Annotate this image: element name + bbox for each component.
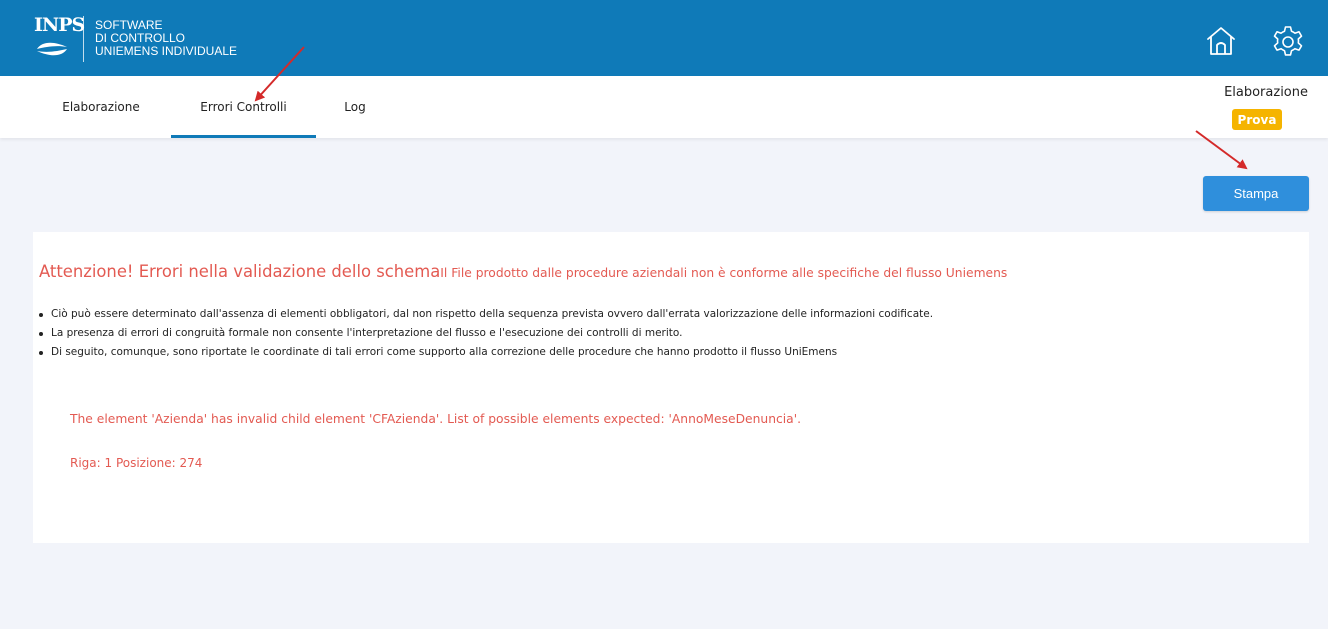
logo-text: INPS: [34, 14, 85, 36]
error-position: Riga: 1 Posizione: 274: [70, 456, 203, 470]
header-divider: [83, 16, 84, 62]
error-bullet-list: Ciò può essere determinato dall'assenza …: [39, 305, 933, 362]
tab-bar: Elaborazione Errori Controlli Log: [0, 76, 1328, 138]
error-subtitle: Il File prodotto dalle procedure azienda…: [440, 266, 1008, 280]
error-panel: Attenzione! Errori nella validazione del…: [33, 232, 1309, 543]
status-label: Elaborazione: [1224, 85, 1308, 100]
app-title-line: UNIEMENS INDIVIDUALE: [95, 44, 238, 58]
tab-errori-controlli[interactable]: Errori Controlli: [171, 76, 316, 138]
error-message: The element 'Azienda' has invalid child …: [70, 412, 801, 426]
app-header: INPS SOFTWARE DI CONTROLLO UNIEMENS INDI…: [0, 0, 1328, 76]
gear-icon[interactable]: [1270, 24, 1306, 60]
error-title: Attenzione! Errori nella validazione del…: [39, 262, 441, 281]
list-item: Di seguito, comunque, sono riportate le …: [39, 343, 933, 362]
status-badge: Prova: [1232, 109, 1282, 130]
list-item: La presenza di errori di congruità forma…: [39, 324, 933, 343]
logo-emblem-icon: [37, 42, 67, 56]
home-icon[interactable]: [1204, 24, 1238, 58]
print-button[interactable]: Stampa: [1203, 176, 1309, 211]
tab-log[interactable]: Log: [330, 76, 380, 138]
inps-logo: INPS: [34, 14, 85, 66]
error-heading: Attenzione! Errori nella validazione del…: [39, 262, 1007, 281]
tab-elaborazione[interactable]: Elaborazione: [50, 76, 152, 138]
app-title: SOFTWARE DI CONTROLLO UNIEMENS INDIVIDUA…: [95, 19, 237, 58]
list-item: Ciò può essere determinato dall'assenza …: [39, 305, 933, 324]
